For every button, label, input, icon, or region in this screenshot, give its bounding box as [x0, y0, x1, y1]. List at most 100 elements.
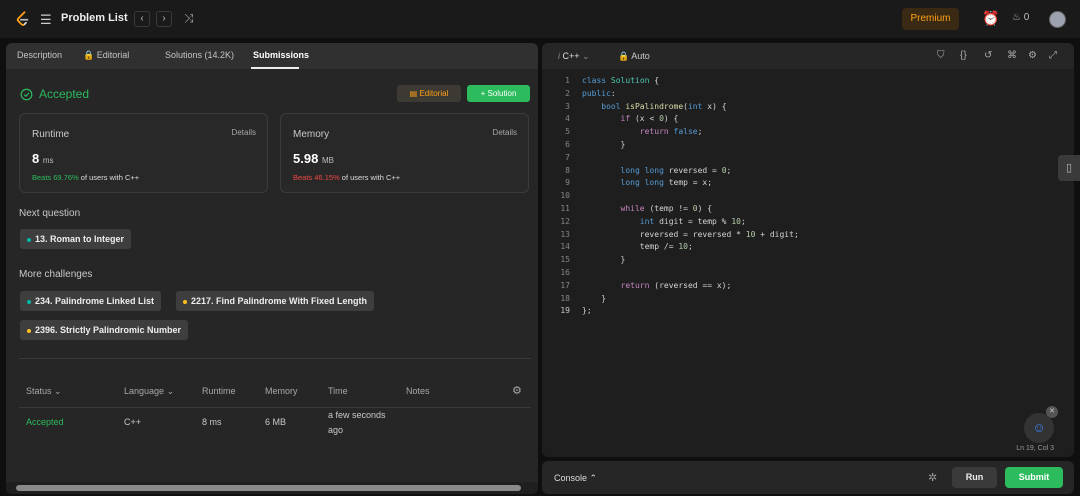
check-circle-icon [20, 88, 33, 100]
chevron-down-icon: ⌄ [166, 386, 175, 396]
settings-gear-icon[interactable]: ⚙ [1028, 50, 1037, 61]
post-solution-button[interactable]: + Solution [467, 85, 530, 102]
line-number: 18 [560, 293, 570, 303]
cursor-position: Ln 19, Col 3 [1016, 445, 1054, 452]
code-line: 3 bool isPalindrome(int x) { [550, 101, 799, 114]
premium-button[interactable]: Premium [902, 8, 959, 30]
code-line: 15 } [550, 254, 799, 267]
notes-side-tab-icon[interactable]: ▯ [1058, 155, 1080, 181]
code-line: 19}; [550, 305, 799, 318]
runtime-card[interactable]: Runtime Details 8 ms Beats 69.76% of use… [19, 113, 268, 193]
tab-editorial-label: Editorial [96, 50, 130, 60]
easy-dot-icon [27, 237, 31, 242]
mode-label: Auto [631, 51, 650, 61]
medium-dot-icon [27, 328, 31, 333]
memory-unit: MB [321, 156, 334, 165]
expand-icon[interactable]: ⤢ [1049, 50, 1057, 61]
memory-card[interactable]: Memory Details 5.98 MB Beats 46.15% of u… [280, 113, 529, 193]
bookmark-icon[interactable]: ⛉ [937, 50, 945, 61]
code-editor-panel: i C++ ⌄ 🔒 Auto ⛉ {} ↺ ⌘ ⚙ ⤢ 1 class Solut… [542, 43, 1074, 457]
challenge-chip[interactable]: 234. Palindrome Linked List [20, 291, 162, 311]
line-number: 16 [560, 267, 570, 277]
code-line: 12 int digit = temp % 10; [550, 216, 799, 229]
tab-description[interactable]: Description [17, 50, 62, 60]
memory-title: Memory [293, 129, 330, 140]
editorial-button-label: Editorial [419, 89, 449, 98]
lock-icon: 🔒 [618, 51, 630, 61]
notes-column-header: Notes [406, 386, 430, 396]
run-button[interactable]: Run [952, 467, 997, 488]
line-number: 9 [565, 178, 570, 188]
challenge-label: 2217. Find Palindrome With Fixed Length [191, 296, 367, 306]
code-line: 7 [550, 152, 799, 165]
language-header-label: Language [124, 386, 165, 396]
settings-gear-icon[interactable]: ⚙ [512, 384, 522, 397]
streak-count: 0 [1023, 12, 1030, 23]
avatar[interactable] [1049, 11, 1066, 28]
memory-details-link[interactable]: Details [493, 128, 517, 137]
line-number: 2 [565, 88, 570, 98]
row-memory: 6 MB [265, 417, 287, 427]
challenge-chip[interactable]: 2396. Strictly Palindromic Number [20, 320, 189, 340]
memory-beats-percent: Beats 46.15% [293, 173, 340, 182]
memory-value: 5.98 MB [293, 151, 334, 166]
code-line: 5 return false; [550, 126, 799, 139]
status-column-header[interactable]: Status ⌄ [26, 386, 62, 397]
list-icon[interactable]: ☰ [40, 12, 52, 28]
editorial-button[interactable]: ▤ Editorial [397, 85, 461, 102]
submit-button[interactable]: Submit [1005, 467, 1063, 488]
chevron-down-icon: ⌄ [54, 386, 62, 396]
code-line: 17 return (reversed == x); [550, 280, 799, 293]
alarm-icon[interactable]: ⏰ [982, 10, 999, 27]
code-area[interactable]: 1 class Solution { 2 public: 3 bool isPali… [550, 75, 799, 318]
reset-icon[interactable]: ↺ [984, 50, 992, 61]
tab-submissions[interactable]: Submissions [253, 50, 309, 60]
scrollbar-thumb[interactable] [16, 485, 521, 491]
time-column-header: Time [328, 386, 348, 396]
leetcode-logo[interactable] [14, 10, 32, 28]
line-number: 3 [565, 101, 570, 111]
row-language: C++ [124, 417, 142, 427]
tab-editorial[interactable]: 🔒 Editorial [83, 50, 129, 61]
line-number: 4 [565, 114, 570, 124]
line-number: 8 [565, 165, 570, 175]
memory-beats-text: of users with C++ [341, 173, 401, 182]
console-toggle[interactable]: Console ⌃ [554, 473, 597, 484]
challenge-chip[interactable]: 2217. Find Palindrome With Fixed Length [176, 291, 374, 311]
line-number: 12 [560, 216, 570, 226]
code-line: 6 } [550, 139, 799, 152]
format-braces-icon[interactable]: {} [960, 50, 967, 61]
language-column-header[interactable]: Language ⌄ [124, 386, 174, 397]
line-number: 11 [560, 203, 570, 213]
flame-icon: ♨ [1012, 12, 1021, 23]
runtime-beats: Beats 69.76% of users with C++ [32, 173, 139, 182]
runtime-value: 8 ms [32, 151, 54, 166]
chat-assistant-icon[interactable]: ☺ [1024, 413, 1054, 443]
challenge-label: 2396. Strictly Palindromic Number [35, 325, 182, 335]
code-line: 9 long long temp = x; [550, 177, 799, 190]
code-line: 13 reversed = reversed * 10 + digit; [550, 229, 798, 242]
streak-counter[interactable]: ♨ 0 [1012, 12, 1029, 23]
status-header-label: Status [26, 386, 52, 396]
shuffle-icon[interactable]: ⤨ [184, 11, 194, 26]
row-status[interactable]: Accepted [26, 417, 64, 427]
auto-mode-toggle[interactable]: 🔒 Auto [618, 51, 650, 62]
debug-icon[interactable]: ✲ [928, 471, 937, 484]
problem-list-link[interactable]: Problem List [61, 12, 128, 24]
editor-toolbar: i C++ ⌄ 🔒 Auto ⛉ {} ↺ ⌘ ⚙ ⤢ [542, 43, 1074, 69]
console-bar: Console ⌃ ✲ Run Submit [542, 461, 1074, 494]
row-time: a few seconds [328, 410, 386, 420]
tab-solutions[interactable]: Solutions (14.2K) [165, 50, 234, 60]
code-line: 1 class Solution { [550, 75, 799, 88]
language-selector[interactable]: i C++ ⌄ [558, 51, 590, 62]
prev-problem-button[interactable]: ‹ [134, 11, 150, 27]
next-problem-button[interactable]: › [156, 11, 172, 27]
chevron-down-icon: ⌄ [582, 51, 590, 61]
line-number: 5 [565, 127, 570, 137]
next-question-label: 13. Roman to Integer [35, 234, 125, 244]
next-question-chip[interactable]: 13. Roman to Integer [20, 229, 132, 249]
horizontal-scrollbar[interactable] [6, 482, 538, 494]
runtime-details-link[interactable]: Details [232, 128, 256, 137]
table-header-divider [19, 407, 531, 408]
shortcut-icon[interactable]: ⌘ [1007, 50, 1017, 61]
